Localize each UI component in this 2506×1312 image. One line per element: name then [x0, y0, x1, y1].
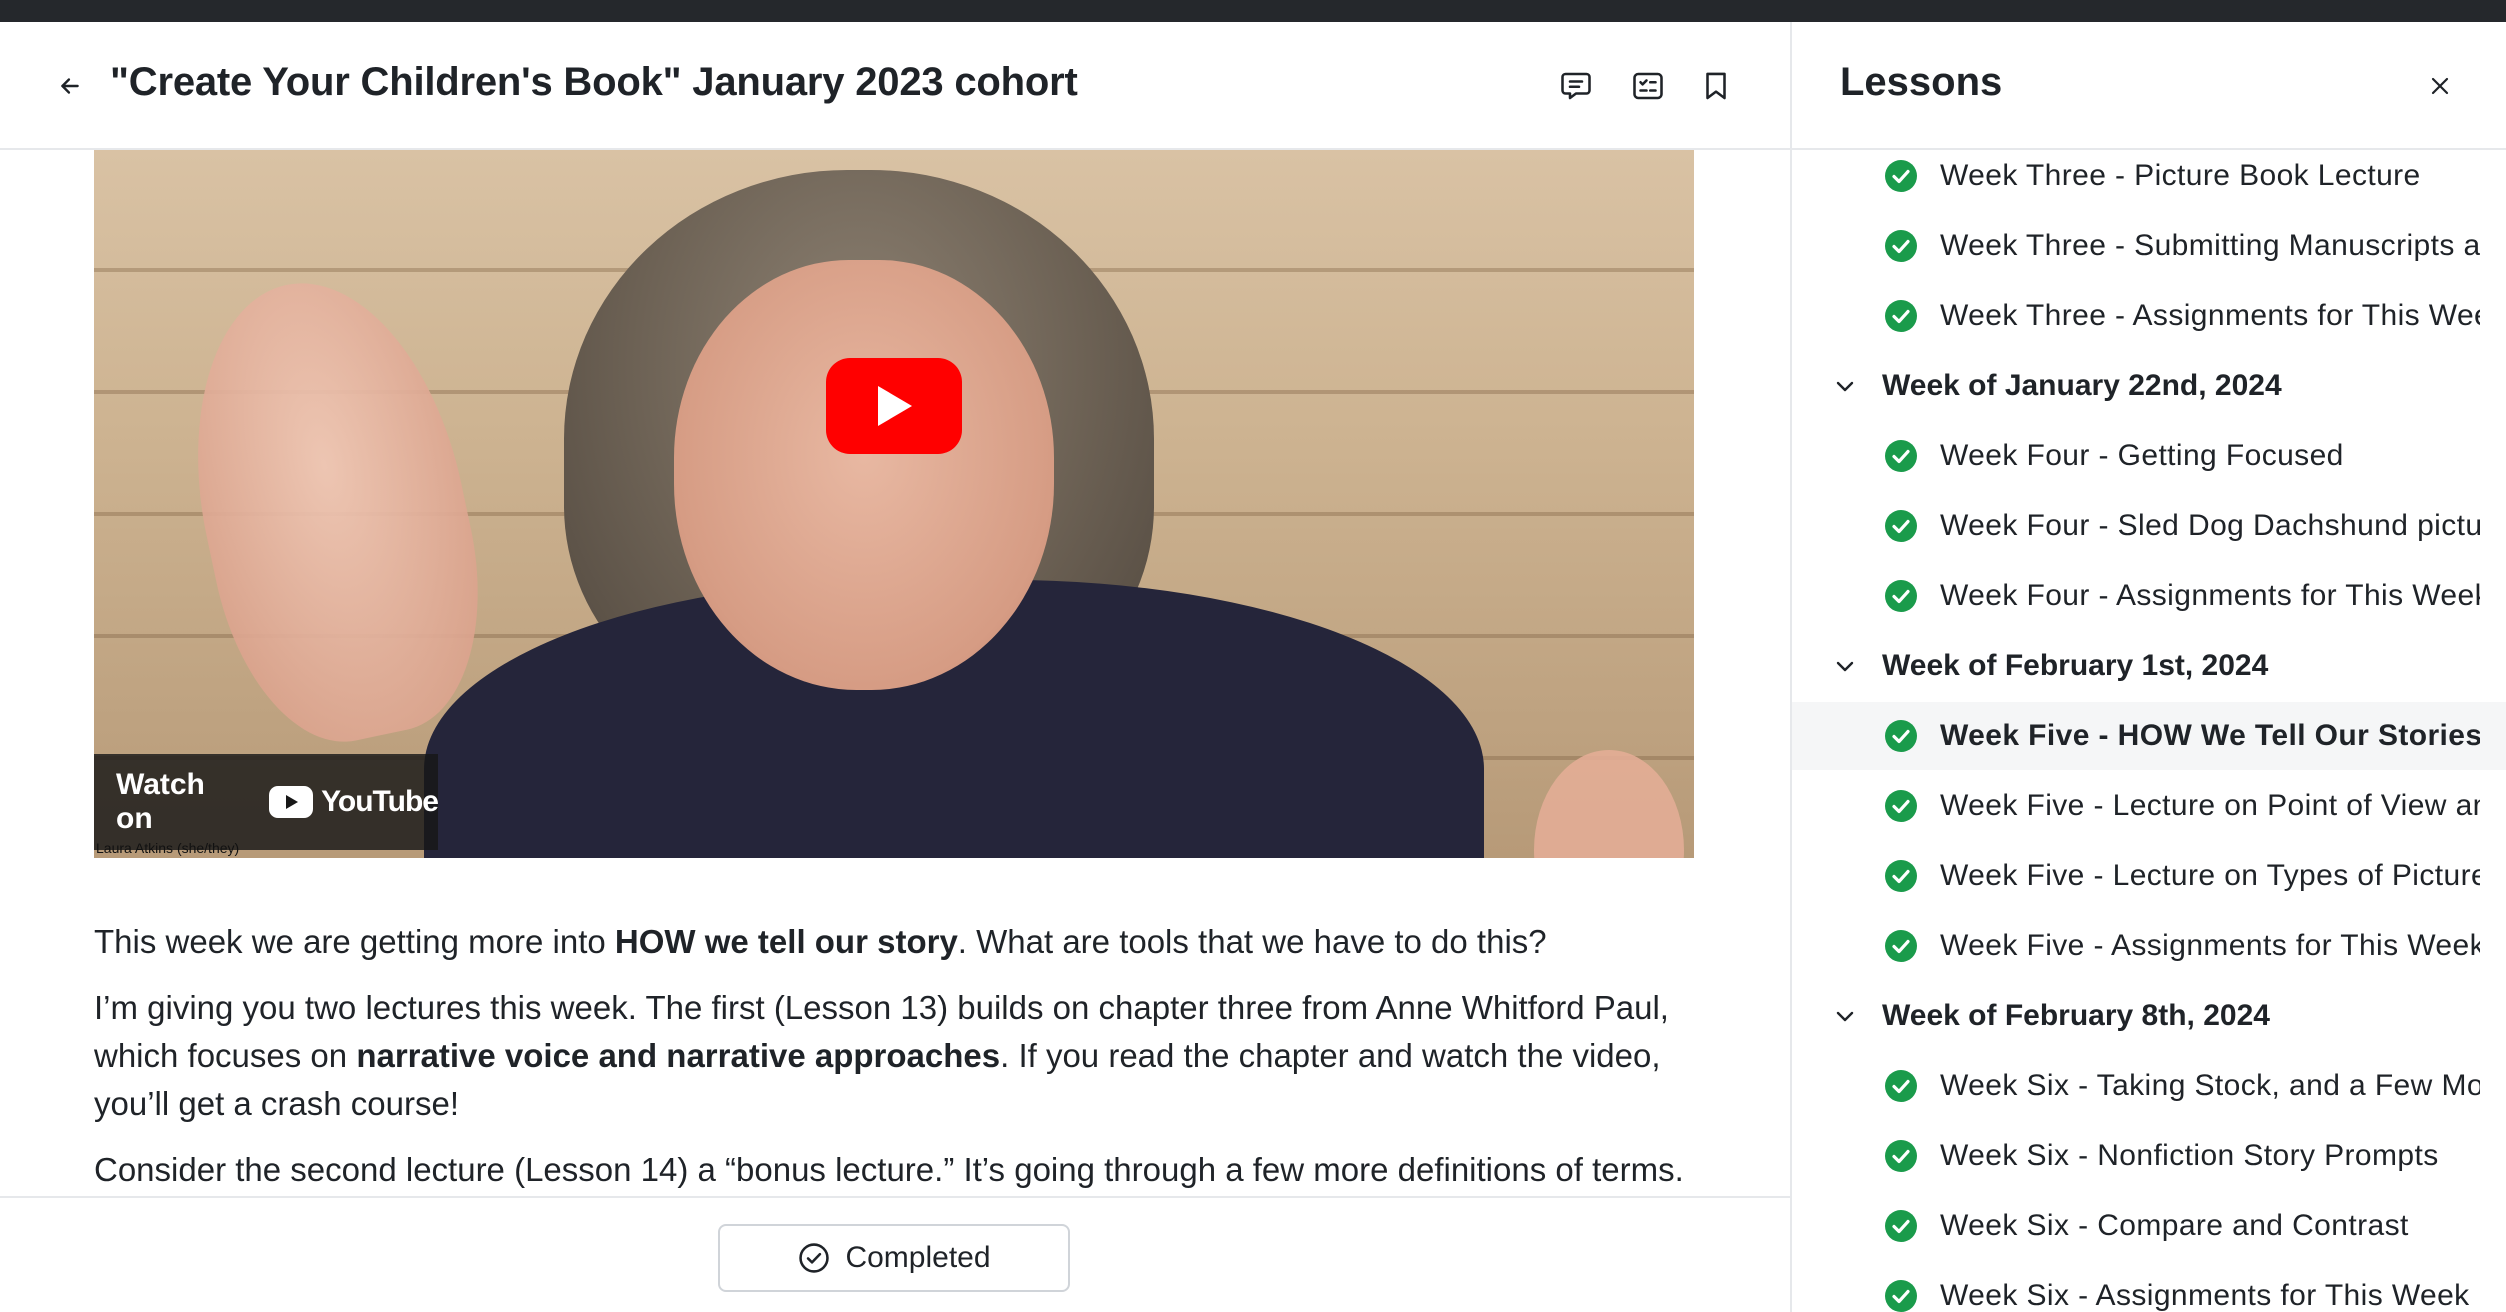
- lesson-item[interactable]: Week Six - Taking Stock, and a Few More …: [1792, 1052, 2506, 1120]
- lesson-content: This week we are getting more into HOW w…: [94, 918, 1714, 1212]
- chevron-down-icon: [1832, 373, 1858, 399]
- lesson-item[interactable]: Week Four - Getting Focused: [1792, 422, 2506, 490]
- lesson-label: Week Four - Sled Dog Dachshund picture b…: [1940, 509, 2480, 542]
- lesson-list-button[interactable]: [1626, 64, 1670, 108]
- check-circle-icon: [799, 1243, 830, 1273]
- completed-check-icon: [1884, 159, 1918, 193]
- completed-check-icon: [1884, 1279, 1918, 1312]
- comment-icon: [1561, 72, 1591, 100]
- chevron-down-icon: [1832, 1003, 1858, 1029]
- paragraph-1: This week we are getting more into HOW w…: [94, 923, 1547, 960]
- lesson-label: Week Six - Compare and Contrast: [1940, 1209, 2409, 1242]
- lesson-footer: Completed: [0, 1196, 1790, 1312]
- video-embed[interactable]: Watch on YouTube Laura Atkins (she/they): [94, 150, 1694, 858]
- completed-check-icon: [1884, 229, 1918, 263]
- watch-on-youtube-link[interactable]: Watch on YouTube: [94, 754, 439, 850]
- close-sidebar-button[interactable]: [2420, 66, 2460, 106]
- lesson-label: Week Three - Picture Book Lecture: [1940, 159, 2421, 192]
- lesson-item[interactable]: Week Five - Assignments for This Week: [1792, 912, 2506, 980]
- lesson-main-panel: "Create Your Children's Book" January 20…: [0, 22, 1790, 1312]
- lesson-item[interactable]: Week Three - Assignments for This Week: [1792, 282, 2506, 350]
- lesson-item[interactable]: Week Six - Assignments for This Week: [1792, 1262, 2506, 1312]
- section-label: Week of February 8th, 2024: [1882, 999, 2270, 1032]
- lesson-item[interactable]: Week Three - Picture Book Lecture: [1792, 152, 2506, 210]
- lesson-item[interactable]: Week Four - Assignments for This Week: [1792, 562, 2506, 630]
- lesson-label: Week Five - Lecture on Types of Picture …: [1940, 859, 2480, 892]
- bookmark-icon: [1706, 72, 1726, 100]
- lesson-label: Week Six - Taking Stock, and a Few More …: [1940, 1069, 2480, 1102]
- lesson-label: Week Six - Nonfiction Story Prompts: [1940, 1139, 2439, 1172]
- completed-check-icon: [1884, 1139, 1918, 1173]
- lesson-label: Week Six - Assignments for This Week: [1940, 1279, 2470, 1312]
- lesson-label: Week Five - Assignments for This Week: [1940, 929, 2480, 962]
- completed-check-icon: [1884, 789, 1918, 823]
- completed-label: Completed: [845, 1241, 991, 1274]
- sidebar-title: Lessons: [1840, 60, 2003, 104]
- lesson-item[interactable]: Week Five - Lecture on Types of Picture …: [1792, 842, 2506, 910]
- lesson-label: Week Three - Assignments for This Week: [1940, 299, 2480, 332]
- completed-check-icon: [1884, 509, 1918, 543]
- course-title: "Create Your Children's Book" January 20…: [110, 60, 1078, 104]
- lesson-item[interactable]: Week Six - Compare and Contrast: [1792, 1192, 2506, 1260]
- watch-on-label: Watch on: [116, 768, 205, 835]
- browser-top-bar: [0, 0, 2506, 22]
- section-header[interactable]: Week of February 1st, 2024: [1792, 632, 2506, 700]
- lesson-list: Week Three - Picture Book Lecture Week Th…: [1792, 152, 2506, 1312]
- chevron-down-icon: [1832, 653, 1858, 679]
- arrow-left-icon: [61, 78, 79, 94]
- bookmark-button[interactable]: [1694, 64, 1738, 108]
- youtube-play-icon: [269, 786, 314, 818]
- lesson-label: Week Four - Getting Focused: [1940, 439, 2344, 472]
- lessons-sidebar: Lessons Week Three - Picture Book Lectur…: [1790, 22, 2506, 1312]
- completed-check-icon: [1884, 299, 1918, 333]
- checklist-icon: [1633, 72, 1663, 100]
- close-icon: [2431, 77, 2449, 95]
- participant-name: Laura Atkins (she/they): [96, 840, 240, 856]
- lesson-item-active[interactable]: Week Five - HOW We Tell Our Stories: [1792, 702, 2506, 770]
- lesson-label: Week Five - Lecture on Point of View and…: [1940, 789, 2480, 822]
- back-button[interactable]: [50, 66, 90, 106]
- completed-check-icon: [1884, 859, 1918, 893]
- section-header[interactable]: Week of February 8th, 2024: [1792, 982, 2506, 1050]
- completed-check-icon: [1884, 719, 1918, 753]
- completed-check-icon: [1884, 1069, 1918, 1103]
- play-icon: [878, 386, 912, 426]
- completed-check-icon: [1884, 1209, 1918, 1243]
- lesson-item[interactable]: Week Five - Lecture on Point of View and…: [1792, 772, 2506, 840]
- paragraph-3: Consider the second lecture (Lesson 14) …: [94, 1151, 1684, 1188]
- comments-button[interactable]: [1554, 64, 1598, 108]
- lesson-item[interactable]: Week Four - Sled Dog Dachshund picture b…: [1792, 492, 2506, 560]
- lesson-label: Week Four - Assignments for This Week: [1940, 579, 2480, 612]
- completed-check-icon: [1884, 439, 1918, 473]
- video-person-face: [674, 260, 1054, 690]
- youtube-wordmark: YouTube: [321, 785, 439, 818]
- completed-button[interactable]: Completed: [718, 1224, 1070, 1292]
- section-header[interactable]: Week of January 22nd, 2024: [1792, 352, 2506, 420]
- sidebar-header: Lessons: [1792, 22, 2506, 150]
- lesson-item[interactable]: Week Six - Nonfiction Story Prompts: [1792, 1122, 2506, 1190]
- completed-check-icon: [1884, 929, 1918, 963]
- lesson-item[interactable]: Week Three - Submitting Manuscripts and …: [1792, 212, 2506, 280]
- youtube-logo: YouTube: [269, 785, 439, 819]
- lesson-header: "Create Your Children's Book" January 20…: [0, 22, 1790, 150]
- section-label: Week of January 22nd, 2024: [1882, 369, 2282, 402]
- lesson-label: Week Three - Submitting Manuscripts and …: [1940, 229, 2480, 262]
- paragraph-2: I’m giving you two lectures this week. T…: [94, 989, 1669, 1122]
- completed-check-icon: [1884, 579, 1918, 613]
- lesson-label: Week Five - HOW We Tell Our Stories: [1940, 719, 2480, 752]
- section-label: Week of February 1st, 2024: [1882, 649, 2269, 682]
- play-button[interactable]: [826, 358, 962, 454]
